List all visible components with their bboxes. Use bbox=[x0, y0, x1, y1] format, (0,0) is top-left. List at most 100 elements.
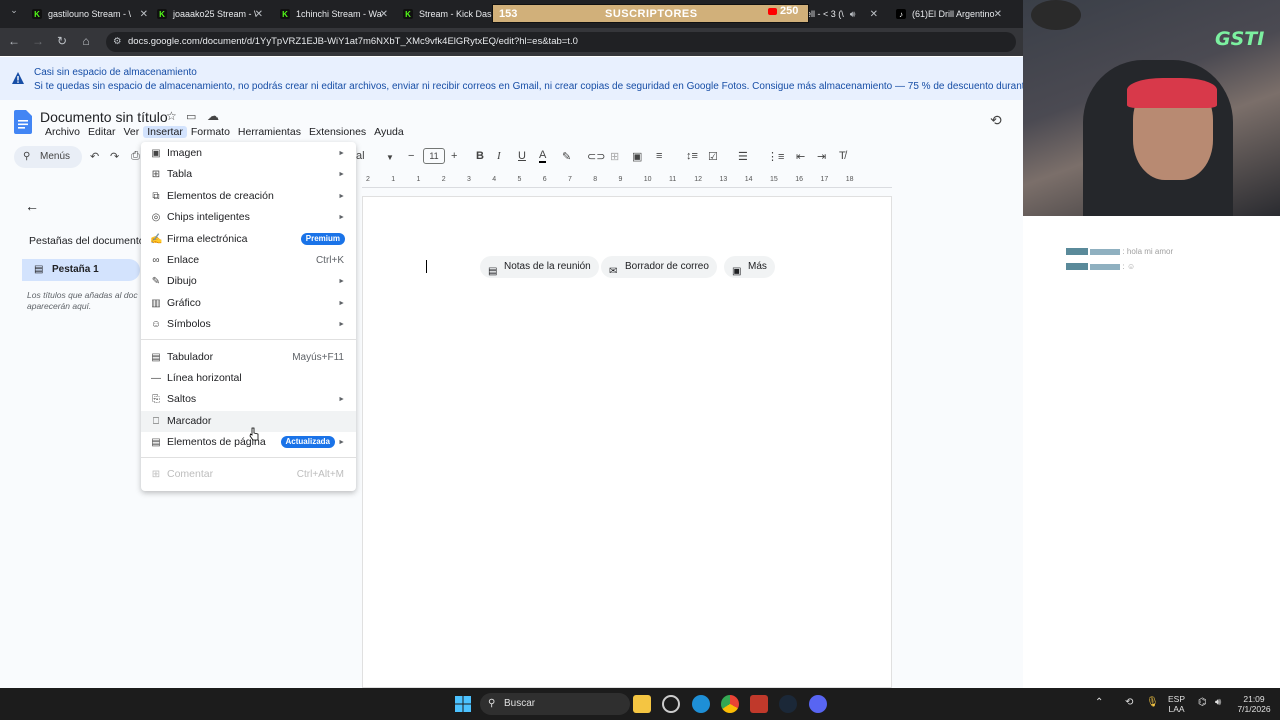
forward-icon[interactable]: → bbox=[30, 34, 46, 48]
print-icon[interactable]: ⎙ bbox=[131, 150, 140, 163]
back-icon[interactable]: ← bbox=[6, 34, 22, 48]
menu-item-elementos-creacion[interactable]: ⧉ Elementos de creación ► bbox=[141, 186, 356, 207]
version-history-icon[interactable]: ⟲ bbox=[990, 112, 1002, 129]
docs-logo-icon[interactable] bbox=[14, 110, 32, 134]
menu-item-linea-horizontal[interactable]: — Línea horizontal bbox=[141, 368, 356, 389]
decrease-indent-icon[interactable]: ⇤ bbox=[796, 150, 805, 163]
link-icon[interactable]: ⊂⊃ bbox=[587, 150, 605, 163]
tray-chevron-icon[interactable]: ⌃ bbox=[1095, 698, 1103, 708]
site-info-icon[interactable]: ⚙ bbox=[113, 32, 122, 52]
font-dropdown-icon[interactable]: ▼ bbox=[386, 153, 394, 162]
steam-icon[interactable] bbox=[779, 695, 797, 713]
italic-icon[interactable]: I bbox=[497, 150, 501, 162]
meeting-notes-chip[interactable]: ▤ Notas de la reunión bbox=[480, 256, 599, 278]
home-icon[interactable]: ⌂ bbox=[78, 34, 94, 48]
menu-extensiones[interactable]: Extensiones bbox=[305, 126, 370, 138]
browser-tab[interactable]: K Stream - Kick Dashb bbox=[403, 4, 493, 24]
menu-item-tabulador[interactable]: ▤ Tabulador Mayús+F11 bbox=[141, 347, 356, 368]
close-icon[interactable]: ✕ bbox=[255, 9, 263, 20]
more-chip[interactable]: ▣ Más bbox=[724, 256, 775, 278]
file-explorer-icon[interactable] bbox=[633, 695, 651, 713]
star-icon[interactable]: ☆ bbox=[166, 109, 177, 123]
email-draft-chip[interactable]: ✉ Borrador de correo bbox=[601, 256, 717, 278]
edge-icon[interactable] bbox=[692, 695, 710, 713]
menu-editar[interactable]: Editar bbox=[84, 126, 119, 138]
browser-tab[interactable]: ♪ (61)El Drill Argentino ✕ bbox=[896, 4, 1004, 24]
menu-item-grafico[interactable]: ▥ Gráfico ► bbox=[141, 293, 356, 314]
tab-search-icon[interactable]: ⌄ bbox=[6, 5, 22, 16]
redo-icon[interactable]: ↷ bbox=[110, 150, 119, 163]
speaker-icon[interactable]: 🔊︎ bbox=[850, 9, 856, 20]
close-icon[interactable]: ✕ bbox=[870, 9, 878, 20]
increase-font-icon[interactable]: + bbox=[451, 150, 457, 162]
submenu-arrow-icon: ► bbox=[338, 396, 345, 403]
menu-item-simbolos[interactable]: ☺ Símbolos ► bbox=[141, 314, 356, 335]
language-indicator[interactable]: ESP LAA bbox=[1168, 694, 1185, 714]
move-folder-icon[interactable]: ▭ bbox=[186, 110, 196, 123]
mic-icon[interactable]: 🎙︎ bbox=[1146, 698, 1159, 708]
highlight-icon[interactable]: ✎ bbox=[562, 150, 571, 163]
document-tab-1[interactable]: ▤ Pestaña 1 bbox=[22, 259, 140, 281]
numbered-list-icon[interactable]: ⋮≡ bbox=[767, 150, 784, 163]
line-spacing-icon[interactable]: ↕≡ bbox=[686, 150, 698, 162]
reload-icon[interactable]: ↻ bbox=[54, 34, 70, 48]
checklist-icon[interactable]: ☑ bbox=[708, 150, 718, 163]
menu-ver[interactable]: Ver bbox=[119, 126, 143, 138]
menu-item-chips[interactable]: ◎ Chips inteligentes ► bbox=[141, 207, 356, 228]
app-icon[interactable] bbox=[750, 695, 768, 713]
chrome-icon[interactable] bbox=[721, 695, 739, 713]
undo-icon[interactable]: ↶ bbox=[90, 150, 99, 163]
font-size-input[interactable]: 11 bbox=[423, 148, 445, 164]
taskbar-search[interactable]: ⚲ Buscar bbox=[480, 693, 630, 715]
clear-format-icon[interactable]: T̸ bbox=[839, 150, 846, 162]
increase-indent-icon[interactable]: ⇥ bbox=[817, 150, 826, 163]
sync-icon[interactable]: ⟲ bbox=[1125, 698, 1133, 708]
decrease-font-icon[interactable]: − bbox=[408, 150, 414, 162]
text-color-icon[interactable]: A bbox=[539, 150, 547, 163]
menu-item-dibujo[interactable]: ✎ Dibujo ► bbox=[141, 271, 356, 292]
close-icon[interactable]: ✕ bbox=[380, 9, 388, 20]
browser-tab[interactable]: K joaaako25 Stream - \ ✕ bbox=[157, 4, 265, 24]
search-icon: ⚲ bbox=[23, 151, 31, 162]
bold-icon[interactable]: B bbox=[476, 150, 484, 162]
back-arrow-icon[interactable]: ← bbox=[25, 198, 39, 214]
submenu-arrow-icon: ► bbox=[338, 321, 345, 328]
menu-herramientas[interactable]: Herramientas bbox=[234, 126, 305, 138]
address-bar[interactable]: ⚙ docs.google.com/document/d/1YyTpVRZ1EJ… bbox=[106, 32, 1016, 52]
menu-ayuda[interactable]: Ayuda bbox=[370, 126, 408, 138]
menu-item-enlace[interactable]: ∞ Enlace Ctrl+K bbox=[141, 250, 356, 271]
ruler-tick-label: 1 bbox=[391, 176, 396, 183]
volume-icon[interactable]: 🔊︎ bbox=[1215, 698, 1221, 708]
cloud-status-icon[interactable]: ☁ bbox=[207, 109, 219, 123]
browser-tab[interactable]: K 1chinchi Stream - Wa ✕ bbox=[280, 4, 390, 24]
settings-app-icon[interactable] bbox=[662, 695, 680, 713]
menu-item-imagen[interactable]: ▣ Imagen ► bbox=[141, 143, 356, 164]
menu-item-tabla[interactable]: ⊞ Tabla ► bbox=[141, 164, 356, 185]
menu-item-saltos[interactable]: ⎘ Saltos ► bbox=[141, 389, 356, 410]
menu-item-firma[interactable]: ✍ Firma electrónica Premium bbox=[141, 229, 356, 250]
align-icon[interactable]: ≡ bbox=[656, 150, 662, 162]
document-title[interactable]: Documento sin título bbox=[40, 109, 168, 125]
browser-tab[interactable]: K gastilouno Stream - \ ✕ bbox=[32, 4, 150, 24]
menus-label: Menús bbox=[40, 151, 71, 162]
comment-icon: ⊞ bbox=[151, 469, 161, 480]
underline-icon[interactable]: U bbox=[518, 150, 526, 162]
comment-icon[interactable]: ⊞ bbox=[610, 150, 619, 163]
windows-start-icon[interactable] bbox=[455, 696, 471, 712]
font-name[interactable]: al bbox=[356, 150, 365, 162]
menu-insertar[interactable]: Insertar bbox=[143, 126, 187, 138]
discord-icon[interactable] bbox=[809, 695, 827, 713]
network-icon[interactable]: ⌬ bbox=[1198, 698, 1207, 708]
browser-tab[interactable]: ell - < 3 (\ 🔊︎ ✕ bbox=[806, 4, 880, 24]
bullet-list-icon[interactable]: ☰ bbox=[738, 150, 748, 163]
close-icon[interactable]: ✕ bbox=[994, 9, 1002, 20]
chat-text: : hola mi amor bbox=[1122, 247, 1174, 256]
close-icon[interactable]: ✕ bbox=[140, 9, 148, 20]
menu-item-comentar[interactable]: ⊞ Comentar Ctrl+Alt+M bbox=[141, 464, 356, 485]
clock[interactable]: 21:09 7/1/2026 bbox=[1232, 694, 1276, 714]
image-icon[interactable]: ▣ bbox=[632, 150, 642, 163]
menu-archivo[interactable]: Archivo bbox=[41, 126, 84, 138]
menus-search-button[interactable]: ⚲ Menús bbox=[14, 146, 82, 168]
kick-icon: K bbox=[157, 9, 167, 19]
menu-formato[interactable]: Formato bbox=[187, 126, 234, 138]
